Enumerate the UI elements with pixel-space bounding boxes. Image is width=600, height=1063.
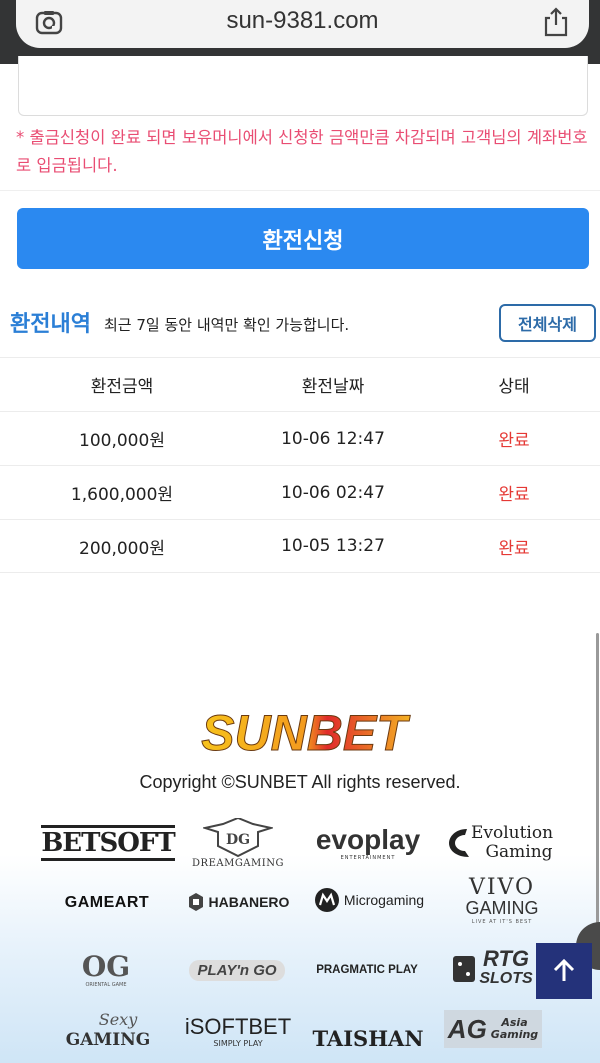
history-subtitle: 최근 7일 동안 내역만 확인 가능합니다. [104, 316, 350, 334]
microgaming-logo: Microgaming [310, 884, 428, 916]
browser-toolbar: sun-9381.com [0, 0, 600, 64]
isoftbet-logo: iSOFTBET SIMPLY PLAY [184, 1014, 292, 1049]
asia-gaming-logo: AG Asia Gaming [444, 1010, 542, 1048]
evolution-gaming-logo: Evolution Gaming [444, 820, 556, 866]
dreamgaming-logo: DG DREAMGAMING [188, 812, 288, 874]
dragon-shield-icon: DG [203, 817, 273, 857]
withdrawal-notice: * 출금신청이 완료 되면 보유머니에서 신청한 금액만큼 차감되며 고객님의 … [16, 128, 588, 175]
rtg-dice-icon [453, 956, 476, 982]
row-amount: 200,000원 [79, 538, 165, 559]
svg-text:DG: DG [226, 832, 250, 848]
row-status: 완료 [498, 485, 530, 505]
address-bar[interactable]: sun-9381.com [16, 0, 589, 48]
column-header-status: 상태 [498, 377, 530, 397]
microgaming-m-icon [314, 888, 339, 912]
row-amount: 100,000원 [79, 431, 165, 451]
sexy-gaming-logo: Sexy GAMING [65, 1010, 151, 1050]
rtg-slots-logo: RTG SLOTS [442, 946, 542, 992]
vivo-gaming-logo: VIVO GAMING LIVE AT IT'S BEST [465, 875, 539, 926]
row-status: 완료 [498, 431, 530, 451]
exchange-apply-button[interactable]: 환전신청 [17, 208, 589, 269]
column-header-date: 환전날짜 [301, 377, 365, 397]
pragmatic-play-logo: PRAGMATIC PLAY [316, 964, 418, 976]
url-text[interactable]: sun-9381.com [16, 7, 589, 35]
habanero-icon [188, 893, 203, 911]
divider [0, 190, 600, 191]
betsoft-logo: BETSOFT [41, 820, 176, 866]
request-memo-textarea[interactable] [18, 56, 588, 116]
evolution-e-icon [448, 829, 469, 857]
copyright-text: Copyright ©SUNBET All rights reserved. [139, 772, 461, 792]
table-header-row: 환전금액 환전날짜 상태 [0, 357, 600, 411]
row-date: 10-06 02:47 [281, 482, 385, 503]
gameart-logo: GAMEART [64, 894, 150, 911]
table-row: 1,600,000원 10-06 02:47 완료 [0, 465, 600, 519]
table-row: 100,000원 10-06 12:47 완료 [0, 411, 600, 465]
sunbet-logo: SUNBET [201, 705, 412, 761]
row-date: 10-05 13:27 [281, 536, 385, 556]
taishan-logo: TAISHAN [312, 1025, 424, 1051]
page-scrollbar[interactable] [596, 633, 599, 933]
share-icon[interactable] [541, 6, 571, 38]
evoplay-logo: evoplay ENTERTAINMENT [315, 824, 421, 862]
scroll-to-top-button[interactable] [536, 943, 592, 999]
arrow-up-icon [553, 958, 575, 981]
history-title: 환전내역 [10, 312, 91, 337]
column-header-amount: 환전금액 [90, 377, 154, 397]
playngo-logo: PLAY'n GO [184, 956, 290, 984]
row-date: 10-06 12:47 [281, 428, 385, 449]
table-row: 200,000원 10-05 13:27 완료 [0, 519, 600, 573]
oriental-game-logo: OG ORIENTAL GAME [81, 950, 131, 989]
row-amount: 1,600,000원 [70, 485, 174, 505]
site-footer: SUNBET Copyright ©SUNBET All rights rese… [0, 600, 600, 1063]
delete-all-button[interactable]: 전체삭제 [499, 304, 596, 342]
row-status: 완료 [498, 538, 530, 559]
habanero-logo: HABANERO [180, 888, 298, 916]
history-table: 환전금액 환전날짜 상태 100,000원 10-06 12:47 완료 1,6… [0, 357, 600, 573]
svg-text:SUNBET: SUNBET [201, 705, 411, 760]
